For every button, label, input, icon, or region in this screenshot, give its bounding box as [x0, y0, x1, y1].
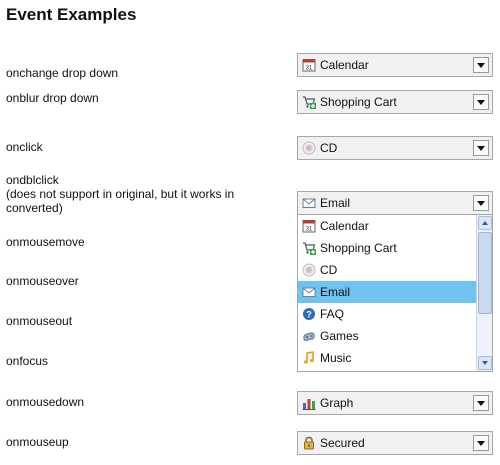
- list-item-label: FAQ: [320, 307, 345, 321]
- music-icon: [302, 351, 316, 365]
- calendar-icon: 31: [302, 58, 316, 72]
- shopping-cart-icon: [302, 95, 316, 109]
- list-item-label: Shopping Cart: [320, 241, 397, 255]
- label-onmousemove: onmousemove: [6, 235, 85, 249]
- label-onmousedown: onmousedown: [6, 395, 85, 409]
- onmousedown-dropdown[interactable]: Graph: [297, 391, 493, 415]
- label-ondblclick-line3: converted): [6, 201, 63, 215]
- label-onclick: onclick: [6, 140, 43, 154]
- shopping-cart-icon: [302, 241, 316, 255]
- scroll-down-button[interactable]: [478, 356, 492, 370]
- label-onchange: onchange drop down: [6, 66, 119, 80]
- faq-icon: ?: [302, 307, 316, 321]
- dropdown-list[interactable]: 31 Calendar Shopping Cart CD Email ? FAQ…: [297, 214, 493, 372]
- label-onmouseover: onmouseover: [6, 274, 79, 288]
- email-icon: [302, 196, 316, 210]
- list-item-shopping-cart[interactable]: Shopping Cart: [298, 237, 476, 259]
- svg-text:31: 31: [306, 66, 313, 72]
- ondblclick-dropdown[interactable]: Email: [297, 191, 493, 215]
- onchange-dropdown[interactable]: 31 Calendar: [297, 53, 493, 77]
- list-item-label: Email: [320, 285, 351, 299]
- email-icon: [302, 285, 316, 299]
- calendar-icon: 31: [302, 219, 316, 233]
- label-onmouseout: onmouseout: [6, 314, 73, 328]
- label-ondblclick: ondblclick (does not support in original…: [6, 173, 234, 215]
- scroll-thumb[interactable]: [478, 232, 492, 314]
- list-item-email[interactable]: Email: [298, 281, 476, 303]
- list-item-faq[interactable]: ? FAQ: [298, 303, 476, 325]
- label-onfocus: onfocus: [6, 354, 49, 368]
- onmouseup-dropdown-value: Secured: [320, 436, 365, 450]
- chevron-down-icon[interactable]: [473, 395, 489, 411]
- list-item-calendar[interactable]: 31 Calendar: [298, 215, 476, 237]
- lock-icon: [302, 436, 316, 450]
- cd-icon: [302, 141, 316, 155]
- page-title: Event Examples: [6, 5, 137, 24]
- onblur-dropdown[interactable]: Shopping Cart: [297, 90, 493, 114]
- list-item-music[interactable]: Music: [298, 347, 476, 369]
- dropdown-scrollbar[interactable]: [476, 215, 492, 371]
- label-ondblclick-line2: (does not support in original, but it wo…: [6, 187, 235, 201]
- chevron-down-icon[interactable]: [473, 195, 489, 211]
- chevron-down-icon[interactable]: [473, 94, 489, 110]
- ondblclick-dropdown-value: Email: [320, 196, 351, 210]
- list-item-games[interactable]: Games: [298, 325, 476, 347]
- list-item-label: CD: [320, 263, 338, 277]
- onchange-dropdown-value: Calendar: [320, 58, 369, 72]
- list-item-label: Games: [320, 329, 359, 343]
- onmousedown-dropdown-value: Graph: [320, 396, 354, 410]
- chevron-down-icon[interactable]: [473, 435, 489, 451]
- cd-icon: [302, 263, 316, 277]
- label-onmouseup: onmouseup: [6, 435, 69, 449]
- onclick-dropdown[interactable]: CD: [297, 136, 493, 160]
- list-item-label: Calendar: [320, 219, 369, 233]
- chevron-down-icon[interactable]: [473, 57, 489, 73]
- list-item-cd[interactable]: CD: [298, 259, 476, 281]
- label-ondblclick-line1: ondblclick: [6, 173, 59, 187]
- games-icon: [302, 329, 316, 343]
- onclick-dropdown-value: CD: [320, 141, 338, 155]
- label-onblur: onblur drop down: [6, 91, 99, 105]
- onblur-dropdown-value: Shopping Cart: [320, 95, 397, 109]
- list-item-label: Music: [320, 351, 352, 365]
- chevron-down-icon[interactable]: [473, 140, 489, 156]
- svg-text:?: ?: [306, 310, 312, 320]
- graph-icon: [302, 396, 316, 410]
- onmouseup-dropdown[interactable]: Secured: [297, 431, 493, 455]
- svg-text:31: 31: [306, 227, 313, 233]
- scroll-up-button[interactable]: [478, 216, 492, 230]
